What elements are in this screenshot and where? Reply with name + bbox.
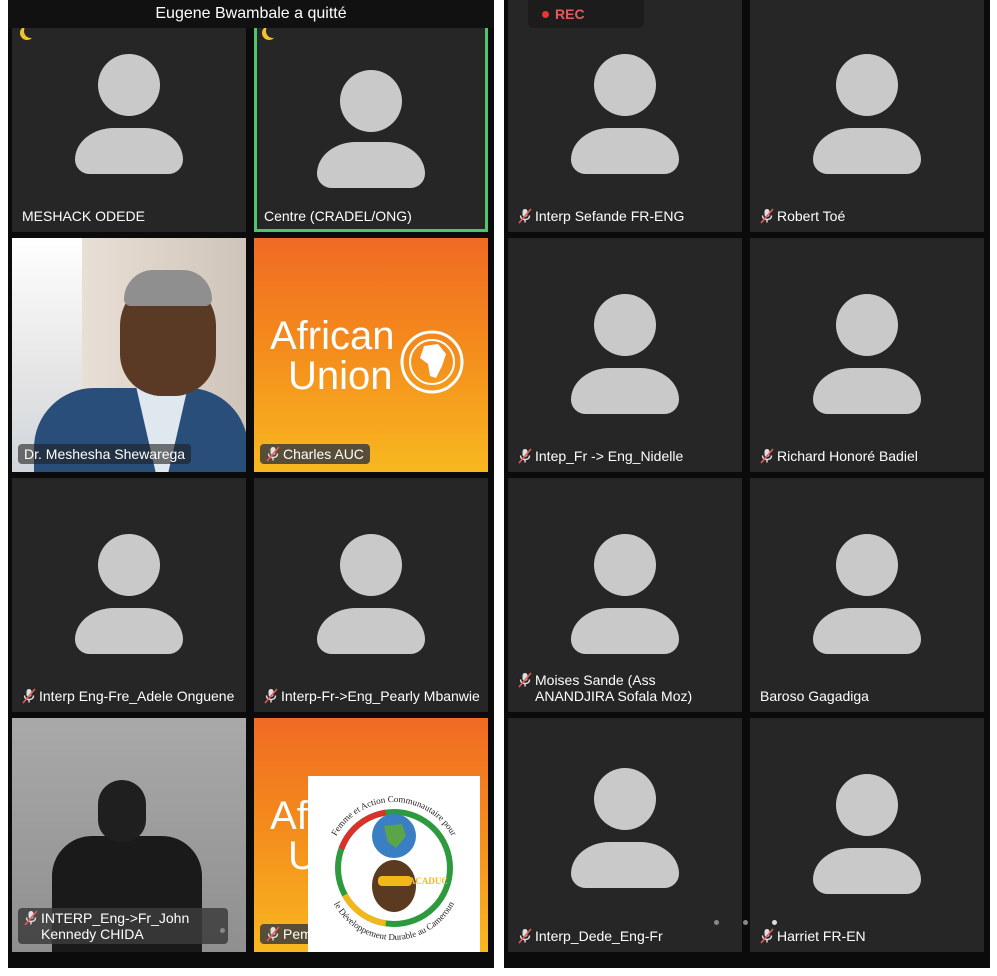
page-indicator[interactable] xyxy=(714,920,777,925)
participant-tile[interactable]: INTERP_Eng->Fr_John Kennedy CHIDA xyxy=(12,718,246,952)
participant-name: Interp Sefande FR-ENG xyxy=(535,208,685,224)
svg-text:FACADUC: FACADUC xyxy=(404,876,448,886)
mic-off-icon xyxy=(760,208,774,224)
participant-name: Moises Sande (Ass ANANDJIRA Sofala Moz) xyxy=(535,672,693,704)
participant-tile[interactable]: Baroso Gagadiga xyxy=(750,478,984,712)
mic-off-icon xyxy=(760,448,774,464)
avatar xyxy=(340,70,402,132)
participant-name: Intep_Fr -> Eng_Nidelle xyxy=(535,448,684,464)
mic-off-icon xyxy=(24,910,38,926)
avatar xyxy=(594,54,656,116)
mic-off-icon xyxy=(264,688,278,704)
page-dot[interactable] xyxy=(714,920,719,925)
avatar xyxy=(340,534,402,596)
participant-tile[interactable]: Moises Sande (Ass ANANDJIRA Sofala Moz) xyxy=(508,478,742,712)
video-feed xyxy=(12,238,246,472)
page-indicator xyxy=(220,928,225,933)
participant-name: INTERP_Eng->Fr_John Kennedy CHIDA xyxy=(41,910,190,942)
participant-name: Baroso Gagadiga xyxy=(760,688,869,704)
participant-tile[interactable]: MESHACK ODEDE xyxy=(12,0,246,232)
african-union-emblem-icon xyxy=(400,330,464,394)
participant-tile[interactable]: Intep_Fr -> Eng_Nidelle xyxy=(508,238,742,472)
facaduc-logo: FACADUC Femme et Action Communautaire po… xyxy=(308,776,480,952)
mic-off-icon xyxy=(760,928,774,944)
participant-tile[interactable]: Richard Honoré Badiel xyxy=(750,238,984,472)
avatar xyxy=(594,534,656,596)
page-dot-current[interactable] xyxy=(772,920,777,925)
page-dot[interactable] xyxy=(743,920,748,925)
participant-tile[interactable]: Harriet FR-EN xyxy=(750,718,984,952)
participant-tile[interactable]: Interp Sefande FR-ENG xyxy=(508,0,742,232)
avatar xyxy=(836,534,898,596)
right-video-grid: Interp Sefande FR-ENG Robert Toé Intep_F… xyxy=(504,0,990,968)
participant-name: Charles AUC xyxy=(283,446,364,462)
participant-name: Richard Honoré Badiel xyxy=(777,448,918,464)
participant-name: Interp Eng-Fre_Adele Onguene xyxy=(39,688,235,704)
participant-tile[interactable]: Interp Eng-Fre_Adele Onguene xyxy=(12,478,246,712)
rec-label: REC xyxy=(555,6,585,22)
mic-off-icon xyxy=(22,688,36,704)
participant-name: Harriet FR-EN xyxy=(777,928,866,944)
participant-name: Interp-Fr->Eng_Pearly Mbanwie xyxy=(281,688,480,704)
participant-name: Robert Toé xyxy=(777,208,846,224)
participant-name: Centre (CRADEL/ONG) xyxy=(264,208,412,224)
avatar xyxy=(836,774,898,836)
participant-name: MESHACK ODEDE xyxy=(22,208,145,224)
participant-name: Interp_Dede_Eng-Fr xyxy=(535,928,663,944)
avatar xyxy=(594,768,656,830)
participant-name: Dr. Meshesha Shewarega xyxy=(24,446,186,462)
avatar xyxy=(594,294,656,356)
recording-indicator: REC xyxy=(528,0,644,28)
participant-tile[interactable]: African Union Charles AUC xyxy=(254,238,488,472)
mic-off-icon xyxy=(266,446,280,462)
mic-off-icon xyxy=(518,208,532,224)
record-dot-icon xyxy=(542,10,549,18)
african-union-text: African Union xyxy=(270,314,395,398)
mic-off-icon xyxy=(518,928,532,944)
avatar xyxy=(836,54,898,116)
participant-tile-active-speaker[interactable]: Centre (CRADEL/ONG) xyxy=(254,0,488,232)
mic-off-icon xyxy=(518,448,532,464)
avatar xyxy=(98,534,160,596)
avatar xyxy=(836,294,898,356)
mic-off-icon xyxy=(266,926,280,942)
participant-tile[interactable]: Dr. Meshesha Shewarega xyxy=(12,238,246,472)
avatar xyxy=(98,54,160,116)
mic-off-icon xyxy=(518,672,532,688)
participant-tile[interactable]: Interp-Fr->Eng_Pearly Mbanwie xyxy=(254,478,488,712)
participant-tile[interactable]: Robert Toé xyxy=(750,0,984,232)
participant-tile[interactable]: Interp_Dede_Eng-Fr xyxy=(508,718,742,952)
notification-banner: Eugene Bwambale a quitté xyxy=(8,0,494,28)
